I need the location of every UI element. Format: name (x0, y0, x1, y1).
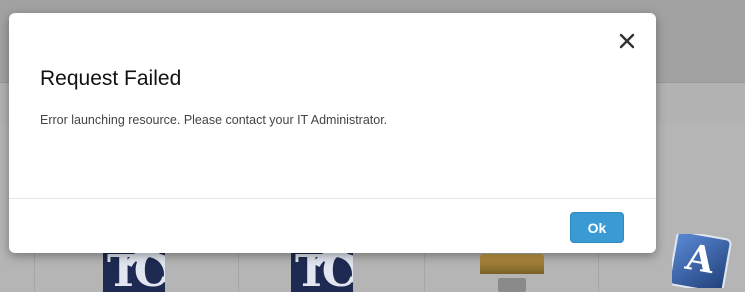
dialog-message: Error launching resource. Please contact… (40, 113, 388, 127)
dialog-title: Request Failed (40, 67, 182, 90)
close-icon[interactable] (616, 30, 638, 52)
monitor-icon[interactable] (480, 254, 544, 292)
dialog-footer: Ok (9, 198, 656, 254)
ok-button[interactable]: Ok (570, 212, 624, 243)
app-store-icon[interactable]: A (672, 234, 732, 288)
error-dialog: Request Failed Error launching resource.… (9, 13, 656, 253)
